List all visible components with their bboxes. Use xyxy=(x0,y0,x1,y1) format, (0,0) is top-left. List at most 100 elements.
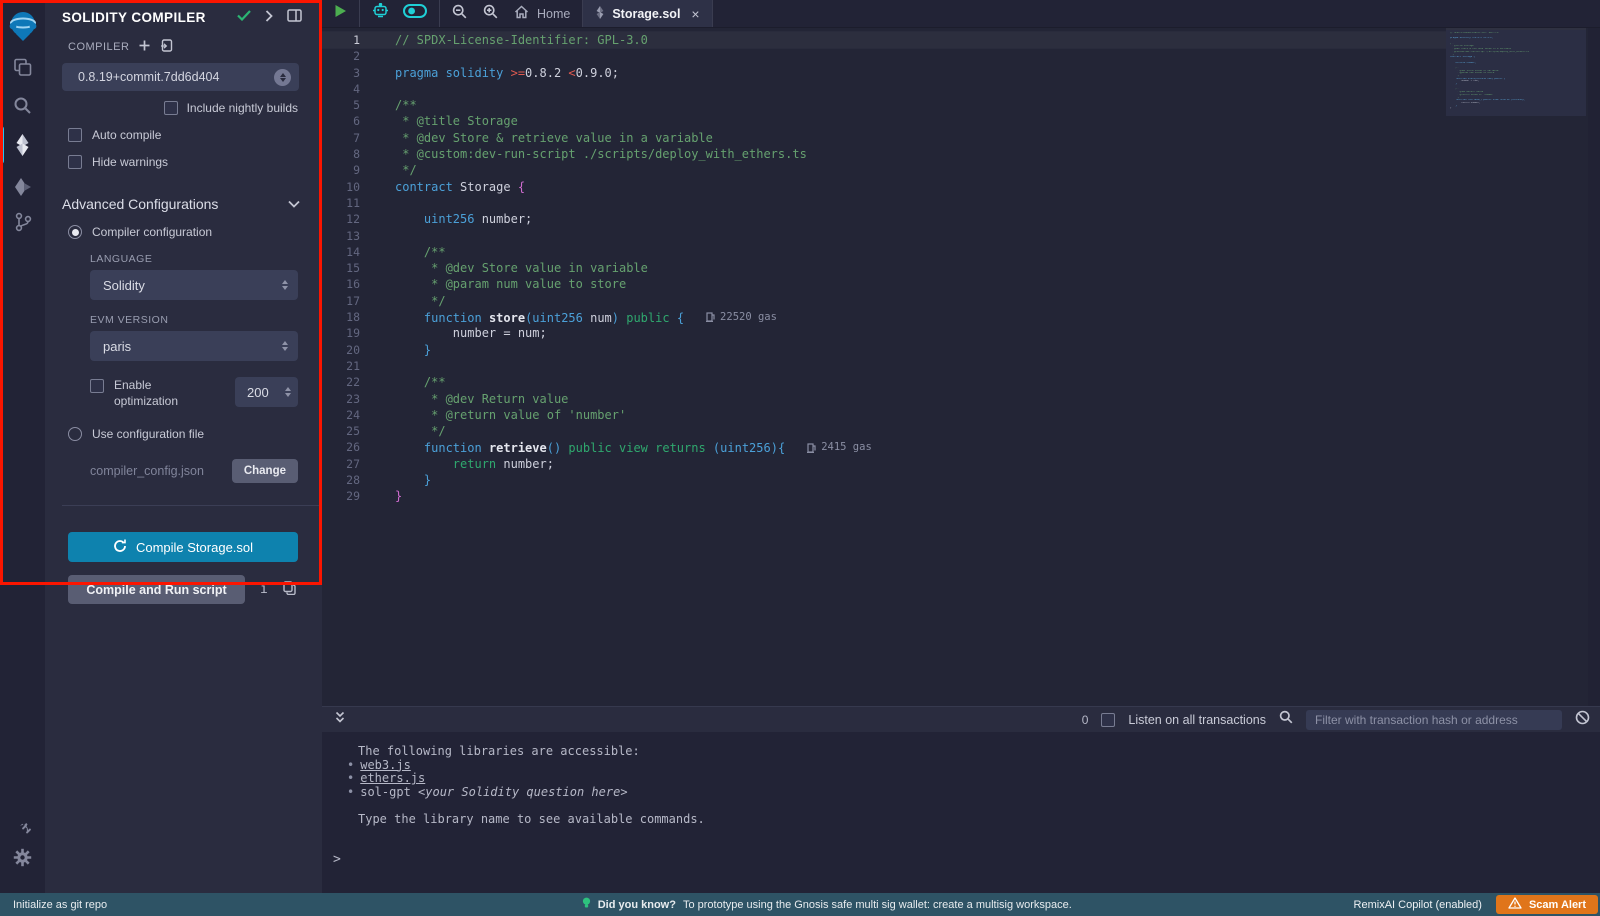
code-line[interactable] xyxy=(395,195,1440,211)
scam-alert-badge[interactable]: Scam Alert xyxy=(1496,895,1598,914)
terminal-library-item: •web3.js xyxy=(347,759,1600,773)
code-line[interactable]: function store(uint256 num) public {2252… xyxy=(395,309,1440,325)
run-script-play-icon[interactable] xyxy=(334,4,347,23)
line-number: 28 xyxy=(322,472,372,488)
code-line[interactable]: */ xyxy=(395,423,1440,439)
line-number: 7 xyxy=(322,130,372,146)
compile-success-check-icon xyxy=(237,10,251,24)
stepper-updown-icon xyxy=(285,387,291,397)
compiler-version-value: 0.8.19+commit.7dd6d404 xyxy=(78,70,274,84)
code-line[interactable]: * @dev Store value in variable xyxy=(395,260,1440,276)
info-icon[interactable]: i xyxy=(260,582,268,597)
code-line[interactable] xyxy=(395,358,1440,374)
compiler-section-label: COMPILER xyxy=(68,41,129,53)
file-explorer-icon[interactable] xyxy=(0,50,45,84)
git-init-status[interactable]: Initialize as git repo xyxy=(0,899,300,911)
terminal-search-icon[interactable] xyxy=(1279,710,1293,729)
code-line[interactable]: // SPDX-License-Identifier: GPL-3.0 xyxy=(322,32,1502,48)
library-link[interactable]: ethers.js xyxy=(360,771,425,785)
code-line[interactable]: function retrieve() public view returns … xyxy=(395,439,1440,455)
code-line[interactable]: } xyxy=(395,488,1440,504)
hide-warnings-checkbox[interactable] xyxy=(68,155,82,169)
enable-optimization-checkbox[interactable] xyxy=(90,379,104,393)
select-updown-icon xyxy=(282,280,288,290)
evm-version-select[interactable]: paris xyxy=(90,331,298,361)
close-tab-icon[interactable]: × xyxy=(691,6,699,22)
minimap[interactable]: // SPDX-License-Identifier: GPL-3.0pragm… xyxy=(1446,30,1586,116)
code-line[interactable]: /** xyxy=(395,97,1440,113)
language-select[interactable]: Solidity xyxy=(90,270,298,300)
code-line[interactable] xyxy=(395,228,1440,244)
clear-filter-block-icon[interactable] xyxy=(1575,710,1590,730)
scam-alert-label: Scam Alert xyxy=(1529,899,1586,911)
deploy-run-icon[interactable] xyxy=(0,170,45,204)
copy-icon[interactable] xyxy=(283,581,296,598)
optimization-runs-stepper[interactable]: 200 xyxy=(235,377,298,407)
zoom-out-icon[interactable] xyxy=(452,4,467,24)
chevron-down-icon xyxy=(288,197,300,211)
code-line[interactable]: number = num; xyxy=(395,325,1440,341)
settings-gear-icon[interactable] xyxy=(0,840,45,874)
line-number: 23 xyxy=(322,391,372,407)
code-line[interactable] xyxy=(395,81,1440,97)
open-compiler-file-icon[interactable] xyxy=(160,39,173,55)
code-line[interactable]: contract Storage { xyxy=(395,179,1440,195)
ai-assistant-robot-icon[interactable] xyxy=(372,3,389,24)
remix-logo-icon[interactable] xyxy=(0,8,45,44)
auto-compile-checkbox[interactable] xyxy=(68,128,82,142)
warning-triangle-icon xyxy=(1508,897,1522,912)
listen-all-transactions-checkbox[interactable] xyxy=(1101,713,1115,727)
code-line[interactable]: * @dev Store & retrieve value in a varia… xyxy=(395,130,1440,146)
code-line[interactable]: /** xyxy=(395,244,1440,260)
transaction-filter-input[interactable] xyxy=(1306,710,1562,730)
config-filename: compiler_config.json xyxy=(90,464,232,478)
code-line[interactable]: */ xyxy=(395,293,1440,309)
change-config-button[interactable]: Change xyxy=(232,459,298,483)
compile-and-run-button[interactable]: Compile and Run script xyxy=(68,575,245,604)
active-plugin-indicator xyxy=(0,126,4,164)
code-line[interactable]: } xyxy=(395,342,1440,358)
code-editor[interactable]: 1234567891011121314151617181920212223242… xyxy=(322,28,1600,706)
ai-copilot-toggle-icon[interactable] xyxy=(403,4,427,23)
terminal-prompt[interactable]: > xyxy=(333,852,341,867)
tab-home[interactable]: Home xyxy=(514,5,570,22)
collapse-terminal-chevrons-icon[interactable] xyxy=(334,711,346,729)
copilot-status[interactable]: RemixAI Copilot (enabled) xyxy=(1354,899,1482,911)
home-tab-label: Home xyxy=(537,7,570,21)
nightly-builds-checkbox[interactable] xyxy=(164,101,178,115)
line-number: 14 xyxy=(322,244,372,260)
code-line[interactable]: pragma solidity >=0.8.2 <0.9.0; xyxy=(395,65,1440,81)
minimap-line: } xyxy=(1450,107,1586,110)
did-you-know-body: To prototype using the Gnosis safe multi… xyxy=(683,899,1072,911)
compiler-configuration-radio[interactable] xyxy=(68,225,82,239)
advanced-configurations-header[interactable]: Advanced Configurations xyxy=(45,174,322,216)
compile-button[interactable]: Compile Storage.sol xyxy=(68,532,298,562)
code-line[interactable]: return number; xyxy=(395,456,1440,472)
code-line[interactable] xyxy=(395,48,1440,64)
git-icon[interactable] xyxy=(0,205,45,239)
code-line[interactable]: * @title Storage xyxy=(395,113,1440,129)
add-custom-compiler-icon[interactable] xyxy=(139,40,150,54)
code-line[interactable]: */ xyxy=(395,162,1440,178)
editor-scrollbar[interactable] xyxy=(1588,28,1600,706)
code-line[interactable]: * @dev Return value xyxy=(395,391,1440,407)
code-line[interactable]: * @custom:dev-run-script ./scripts/deplo… xyxy=(395,146,1440,162)
evm-version-label: EVM VERSION xyxy=(90,300,298,331)
code-line[interactable]: } xyxy=(395,472,1440,488)
zoom-in-icon[interactable] xyxy=(483,4,498,24)
compiler-version-select[interactable]: 0.8.19+commit.7dd6d404 xyxy=(62,63,299,91)
code-line[interactable]: uint256 number; xyxy=(395,211,1440,227)
library-link[interactable]: web3.js xyxy=(360,758,411,772)
terminal-library-item: •ethers.js xyxy=(347,772,1600,786)
line-number: 26 xyxy=(322,439,372,455)
code-line[interactable]: * @return value of 'number' xyxy=(395,407,1440,423)
tab-storage-sol[interactable]: Storage.sol × xyxy=(583,0,712,27)
code-line[interactable]: * @param num value to store xyxy=(395,276,1440,292)
split-view-icon[interactable] xyxy=(287,9,302,25)
forward-chevron-icon[interactable] xyxy=(265,10,273,25)
solidity-compiler-icon[interactable] xyxy=(0,128,45,162)
line-number: 5 xyxy=(322,97,372,113)
use-configuration-file-radio[interactable] xyxy=(68,427,82,441)
search-icon[interactable] xyxy=(0,88,45,122)
code-line[interactable]: /** xyxy=(395,374,1440,390)
